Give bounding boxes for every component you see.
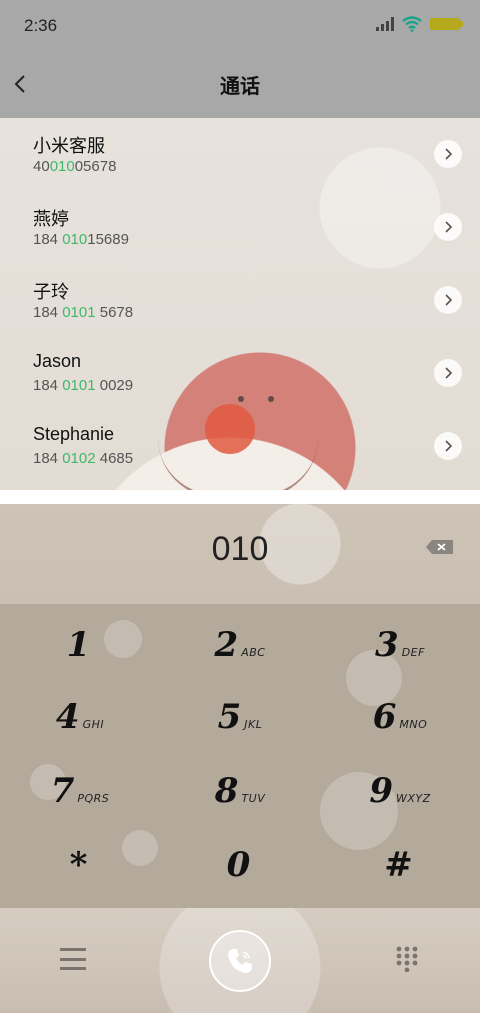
keypad: 1 2 ABC 3 DEF 4 GHI 5 JKL 6 MNO 7 PQRS 8 TUV 9W…	[0, 604, 480, 908]
chevron-right-icon	[445, 367, 452, 379]
contact-details-button[interactable]	[434, 359, 462, 387]
chevron-right-icon	[445, 440, 452, 452]
dialpad-icon[interactable]	[396, 946, 418, 972]
contact-number: 184 0102 4685	[33, 450, 134, 467]
contact-row[interactable]: 燕婷 184 01015689	[0, 191, 480, 264]
title-bar: 通话	[0, 52, 480, 118]
contact-name: 燕婷	[33, 209, 69, 229]
top-bar: 2:36 通话	[0, 0, 480, 118]
key-5[interactable]: 5 JKL	[160, 680, 320, 754]
key-6[interactable]: 6 MNO	[320, 680, 480, 754]
contact-name: Jason	[33, 351, 82, 371]
key-4[interactable]: 4 GHI	[0, 680, 160, 754]
call-button[interactable]	[209, 930, 271, 992]
section-divider	[0, 490, 480, 504]
contact-name: 小米客服	[33, 136, 105, 156]
status-time: 2:36	[24, 16, 58, 35]
contact-details-button[interactable]	[434, 432, 462, 460]
contact-number: 4001005678	[33, 158, 117, 175]
status-icons	[376, 16, 463, 32]
wifi-icon	[402, 16, 422, 32]
menu-icon[interactable]	[60, 948, 86, 970]
contact-row[interactable]: 小米客服 4001005678	[0, 118, 480, 191]
key-8[interactable]: 8 TUV	[160, 754, 320, 828]
contact-name: Stephanie	[33, 424, 115, 444]
page-title: 通话	[220, 74, 260, 98]
key-3[interactable]: 3 DEF	[320, 608, 480, 682]
battery-icon	[430, 18, 463, 30]
contact-number: 184 01015689	[33, 231, 129, 248]
contact-number: 184 0101 0029	[33, 377, 134, 394]
key-7[interactable]: 7 PQRS	[0, 754, 160, 828]
key-9[interactable]: 9 WXYZ	[320, 754, 480, 828]
key-0[interactable]: 0	[160, 828, 320, 902]
key-star[interactable]: *	[0, 828, 160, 902]
status-bar: 2:36	[0, 0, 480, 52]
contact-row[interactable]: Jason 184 0101 0029	[0, 337, 480, 410]
chevron-right-icon	[445, 221, 452, 233]
contact-details-button[interactable]	[434, 140, 462, 168]
key-2[interactable]: 2 ABC	[160, 608, 320, 682]
entered-number[interactable]: 010	[0, 530, 480, 569]
chevron-right-icon	[445, 294, 452, 306]
contact-details-button[interactable]	[434, 213, 462, 241]
key-hash[interactable]: #	[320, 828, 480, 902]
contact-suggestions: 小米客服 4001005678 燕婷 184 01015689 子玲 184 0…	[0, 118, 480, 490]
contact-row[interactable]: 子玲 184 0101 5678	[0, 264, 480, 337]
chevron-right-icon	[445, 148, 452, 160]
signal-icon	[376, 17, 394, 31]
contact-name: 子玲	[33, 282, 69, 302]
contact-details-button[interactable]	[434, 286, 462, 314]
contact-row[interactable]: Stephanie 184 0102 4685	[0, 410, 480, 483]
contact-number: 184 0101 5678	[33, 304, 134, 321]
phone-icon	[228, 949, 252, 973]
key-1[interactable]: 1	[0, 608, 160, 682]
backspace-icon[interactable]	[424, 537, 456, 557]
bottom-bar	[0, 908, 480, 1013]
number-display: 010	[0, 504, 480, 604]
